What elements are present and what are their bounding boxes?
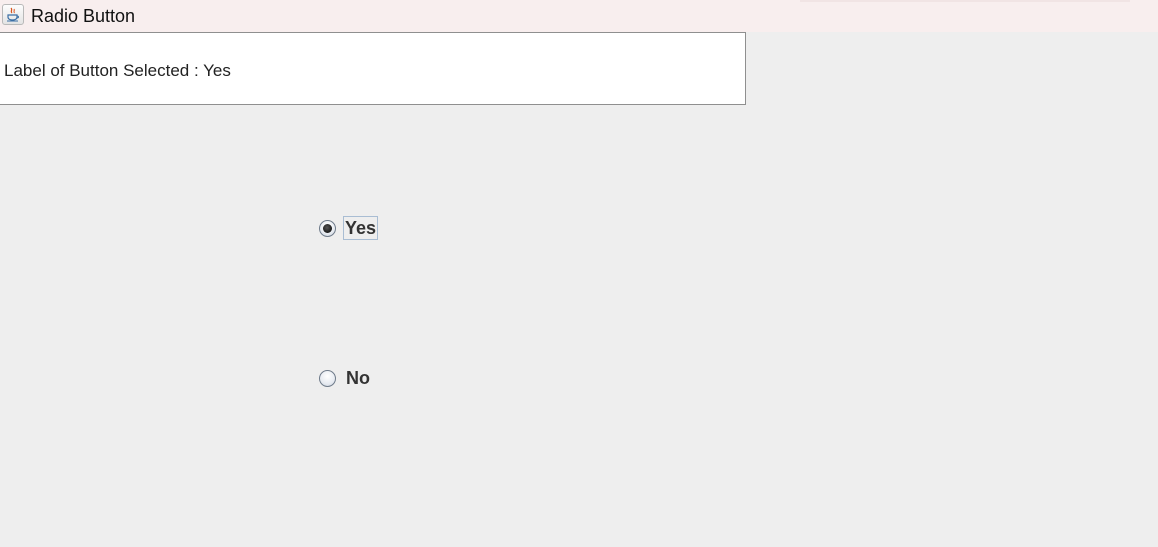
radio-button-yes[interactable] (319, 219, 336, 237)
radio-button-no[interactable] (319, 369, 336, 387)
java-app-icon[interactable] (2, 4, 24, 25)
radio-option-no[interactable]: No (319, 365, 372, 391)
selection-status-text: Label of Button Selected : Yes (4, 61, 231, 80)
radio-label-yes[interactable]: Yes (343, 216, 379, 240)
radio-label-no[interactable]: No (344, 366, 372, 390)
application-window: Radio Button Label of Button Selected : … (0, 0, 1158, 547)
radio-option-yes[interactable]: Yes (319, 215, 379, 241)
title-bar[interactable]: Radio Button (0, 0, 1158, 32)
selection-label-panel: Label of Button Selected : Yes (0, 32, 746, 105)
window-title: Radio Button (31, 6, 136, 26)
title-bar-shadow (800, 0, 1130, 2)
